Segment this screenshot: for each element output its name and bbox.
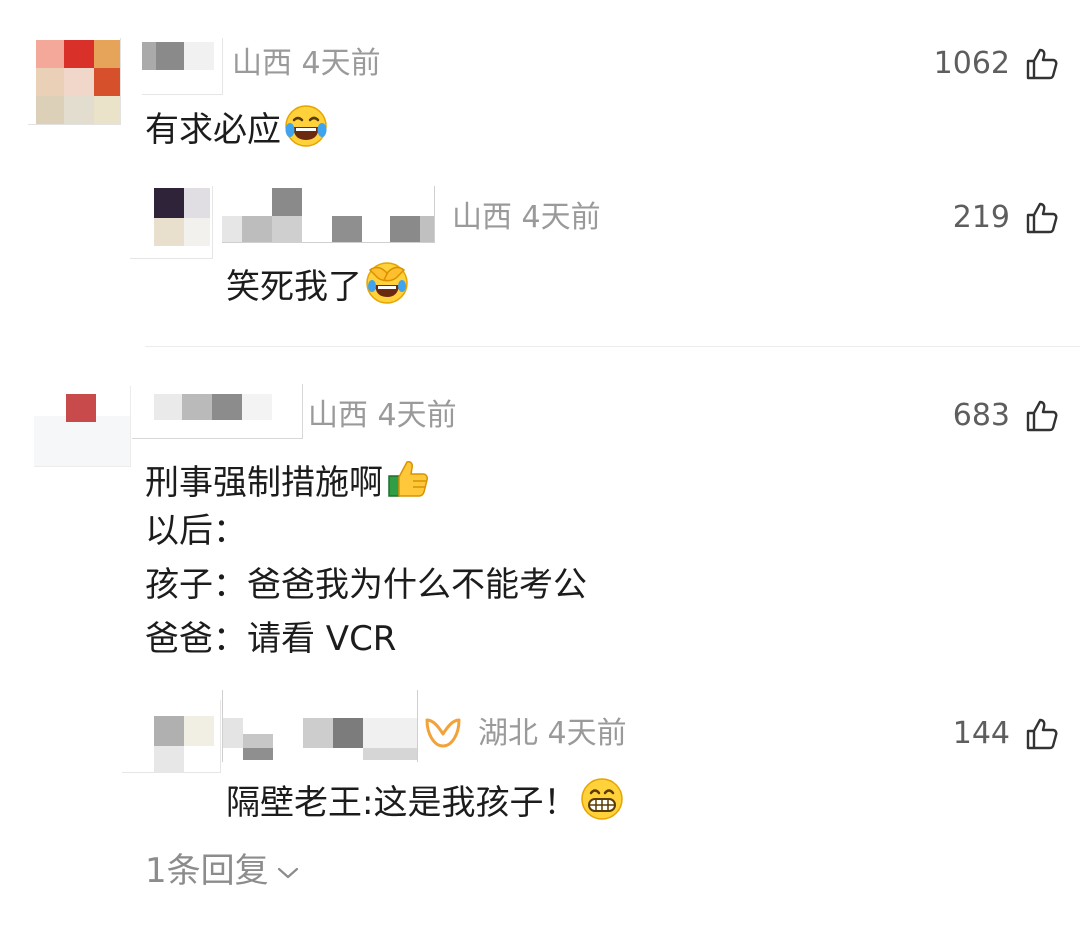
reply-text-content: 隔壁老王:这是我孩子！: [226, 783, 578, 823]
thumbs-up-icon[interactable]: [1024, 716, 1060, 752]
like-count: 219: [952, 200, 1010, 235]
comment-text: 有求必应: [145, 103, 329, 151]
avatar[interactable]: [130, 186, 213, 259]
view-replies-label: 1条回复: [145, 851, 269, 891]
like-count: 144: [952, 716, 1010, 751]
comment-text-content: 刑事强制措施啊: [145, 463, 383, 503]
comment-meta: 山西 4天前: [232, 46, 381, 81]
comment-text-line: 爸爸：请看 VCR: [145, 619, 397, 659]
reply-meta: 湖北 4天前: [478, 716, 627, 751]
grinning-emoji: [581, 778, 624, 820]
reply-meta: 山西 4天前: [452, 200, 601, 235]
comment-text-line: 孩子：爸爸我为什么不能考公: [145, 565, 587, 605]
thumbs-up-emoji: [388, 461, 428, 497]
username-blurred[interactable]: [132, 384, 303, 439]
vip-badge-icon: [425, 718, 461, 748]
avatar[interactable]: [122, 700, 221, 773]
thumbs-up-icon[interactable]: [1024, 46, 1060, 82]
avatar[interactable]: [28, 38, 121, 125]
laughing-tears-emoji: [285, 105, 327, 147]
chevron-down-icon: [277, 867, 298, 878]
facepalm-laugh-emoji: [366, 262, 408, 304]
view-replies-link[interactable]: 1条回复: [145, 850, 299, 892]
comment-meta: 山西 4天前: [308, 398, 457, 433]
comment-divider: [145, 346, 1080, 347]
username-blurred[interactable]: [142, 38, 223, 95]
like-count: 683: [952, 398, 1010, 433]
username-blurred[interactable]: [222, 690, 418, 762]
thumbs-up-icon[interactable]: [1024, 200, 1060, 236]
avatar[interactable]: [34, 386, 131, 467]
comment-text-content: 有求必应: [145, 110, 281, 150]
like-count: 1062: [933, 46, 1010, 81]
reply-text: 隔壁老王:这是我孩子！: [226, 776, 625, 824]
username-blurred[interactable]: [222, 186, 435, 243]
thumbs-up-icon[interactable]: [1024, 398, 1060, 434]
comment-text-line: 刑事强制措施啊: [145, 456, 431, 504]
reply-text: 笑死我了: [226, 260, 410, 308]
reply-text-content: 笑死我了: [226, 267, 362, 307]
comment-text-line: 以后：: [145, 511, 247, 551]
